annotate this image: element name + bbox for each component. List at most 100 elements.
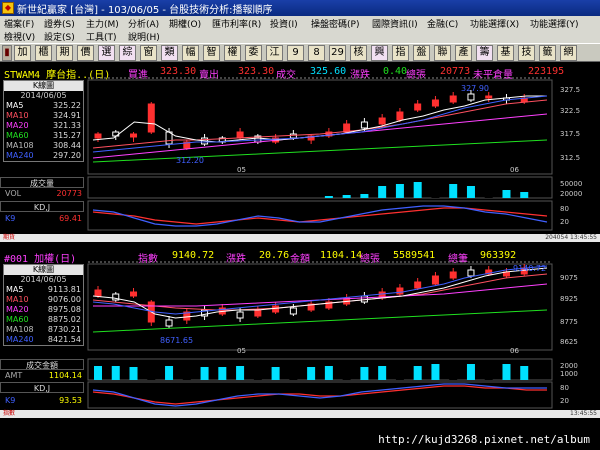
toolbar-button-19[interactable]: 盤 — [413, 45, 430, 61]
menu-settings[interactable]: 設定(S) — [44, 30, 75, 43]
toolbar-button-8[interactable]: 幅 — [182, 45, 199, 61]
candle-body — [485, 95, 493, 99]
volume-bar — [431, 364, 440, 380]
menu-trading-code[interactable]: 操盤密碼(P) — [311, 17, 359, 30]
ma-line — [92, 309, 548, 333]
toolbar-button-2[interactable]: 期 — [56, 45, 73, 61]
candle-body — [360, 121, 368, 129]
toolbar-button-15[interactable]: 29 — [329, 45, 346, 61]
candle-body — [467, 93, 475, 101]
volume-bar — [289, 366, 298, 380]
volume-legend: VOL 20773 — [5, 189, 82, 198]
menu-view[interactable]: 檢視(V) — [4, 30, 35, 43]
index-tag: 指數 — [3, 410, 16, 417]
toolbar-button-4[interactable]: 選 — [98, 45, 115, 61]
candle-body — [236, 311, 244, 319]
toolbar-button-7[interactable]: 類 — [161, 45, 178, 61]
menu-function-x[interactable]: 功能選擇(X) — [470, 17, 519, 30]
volume-bar — [413, 182, 422, 198]
candle-body — [414, 281, 422, 289]
kd-section-header: KD,J — [0, 382, 84, 393]
volume-axis-label: 20000 — [560, 190, 583, 198]
index-panel: #001 加權(日) 指數 9140.72 漲跌 20.76 金額 1104.1… — [0, 246, 600, 430]
toolbar-button-6[interactable]: 窗 — [140, 45, 157, 61]
volume-axis-label: 50000 — [560, 180, 583, 188]
ma-line — [93, 283, 548, 307]
candle-body — [449, 95, 457, 103]
toolbar-button-17[interactable]: 興 — [371, 45, 388, 61]
toolbar-button-9[interactable]: 智 — [203, 45, 220, 61]
toolbar-button-18[interactable]: 指 — [392, 45, 409, 61]
ma-legend-row: MA10 324.91 — [6, 111, 81, 120]
price-axis-label: 8775 — [560, 318, 578, 326]
menu-function-y[interactable]: 功能選擇(Y) — [530, 17, 579, 30]
volume-bar — [449, 184, 458, 198]
date-axis-label: 05 — [237, 166, 246, 174]
volume-bar — [502, 190, 511, 198]
candle-body — [289, 133, 297, 139]
menu-file[interactable]: 檔案(F) — [4, 17, 34, 30]
toolbar-button-21[interactable]: 產 — [455, 45, 472, 61]
toolbar-button-0[interactable]: 加 — [14, 45, 31, 61]
ma-legend-row: MA60 8875.02 — [6, 315, 81, 324]
toolbar-button-13[interactable]: 9 — [287, 45, 304, 61]
menu-help[interactable]: 說明(H) — [128, 30, 160, 43]
toolbar-button-20[interactable]: 聯 — [434, 45, 451, 61]
volume-bar — [236, 366, 245, 380]
toolbar-grip-icon: ▮ — [2, 45, 12, 61]
menu-finance[interactable]: 金融(C) — [427, 17, 458, 30]
index-status: 13:45:55 — [570, 410, 597, 417]
low-label: 312.20 — [176, 156, 204, 165]
volume-bar — [129, 367, 138, 380]
toolbar-button-25[interactable]: 籤 — [539, 45, 556, 61]
kd-legend: K9 93.53 — [5, 396, 82, 405]
ma-legend-row: MA240 8421.54 — [6, 335, 81, 344]
kd-axis-label: 20 — [560, 218, 569, 226]
menu-tools[interactable]: 工具(T) — [86, 30, 117, 43]
amount-legend: AMT 1104.14 — [5, 371, 82, 380]
toolbar-button-5[interactable]: 綜 — [119, 45, 136, 61]
toolbar-button-22[interactable]: 籌 — [476, 45, 493, 61]
menu-securities[interactable]: 證券(S) — [44, 17, 75, 30]
ma-legend-row: MA240 297.20 — [6, 151, 81, 160]
menu-investment[interactable]: 投資(I) — [270, 17, 298, 30]
toolbar-button-26[interactable]: 網 — [560, 45, 577, 61]
toolbar-button-3[interactable]: 價 — [77, 45, 94, 61]
volume-axis-label: 2000 — [560, 362, 578, 370]
candle-body — [431, 99, 439, 107]
candle-body — [431, 275, 439, 285]
toolbar-button-11[interactable]: 委 — [245, 45, 262, 61]
ma-legend-row: MA5 325.22 — [6, 101, 81, 110]
toolbar-button-1[interactable]: 櫃 — [35, 45, 52, 61]
toolbar: ▮ 加櫃期價選綜窗類幅智權委江 9 8 29 核興指盤聯產籌基技籤網 — [0, 43, 600, 62]
volume-bar — [342, 366, 351, 380]
toolbar-button-10[interactable]: 權 — [224, 45, 241, 61]
toolbar-button-24[interactable]: 技 — [518, 45, 535, 61]
volume-bar — [520, 366, 529, 380]
menu-fx-rates[interactable]: 匯市利率(R) — [212, 17, 261, 30]
candle-body — [467, 269, 475, 277]
kd-legend: K9 69.41 — [5, 214, 82, 223]
menu-major[interactable]: 主力(M) — [86, 17, 119, 30]
watermark-url: http://kujd3268.pixnet.net/album — [378, 433, 590, 446]
menu-options[interactable]: 期權(O) — [169, 17, 201, 30]
volume-bar — [360, 367, 369, 380]
toolbar-button-16[interactable]: 核 — [350, 45, 367, 61]
toolbar-button-23[interactable]: 基 — [497, 45, 514, 61]
futures-status-bar: 期貨 204054 13:45:55 — [0, 234, 600, 242]
volume-bar — [378, 366, 387, 380]
menu-bar: 檔案(F) 證券(S) 主力(M) 分析(A) 期權(O) 匯市利率(R) 投資… — [0, 16, 600, 43]
date-axis-label: 06 — [510, 166, 519, 174]
toolbar-button-14[interactable]: 8 — [308, 45, 325, 61]
price-axis-label: 322.5 — [560, 107, 581, 115]
menu-analysis[interactable]: 分析(A) — [128, 17, 159, 30]
toolbar-button-12[interactable]: 江 — [266, 45, 283, 61]
futures-chart[interactable]: 327.90 312.20 — [0, 62, 600, 242]
title-bar: ◆ 新世紀贏家 [台灣] - 103/06/05 - 台股技術分析:播報順序 — [0, 0, 600, 16]
index-chart[interactable]: 9140.72 8671.65 — [0, 246, 600, 430]
menu-row-2: 檢視(V) 設定(S) 工具(T) 說明(H) — [0, 30, 600, 43]
price-axis-label: 317.5 — [560, 130, 581, 138]
menu-international[interactable]: 國際資訊(I) — [372, 17, 418, 30]
volume-bar — [360, 194, 369, 198]
kd-frame — [87, 200, 553, 231]
